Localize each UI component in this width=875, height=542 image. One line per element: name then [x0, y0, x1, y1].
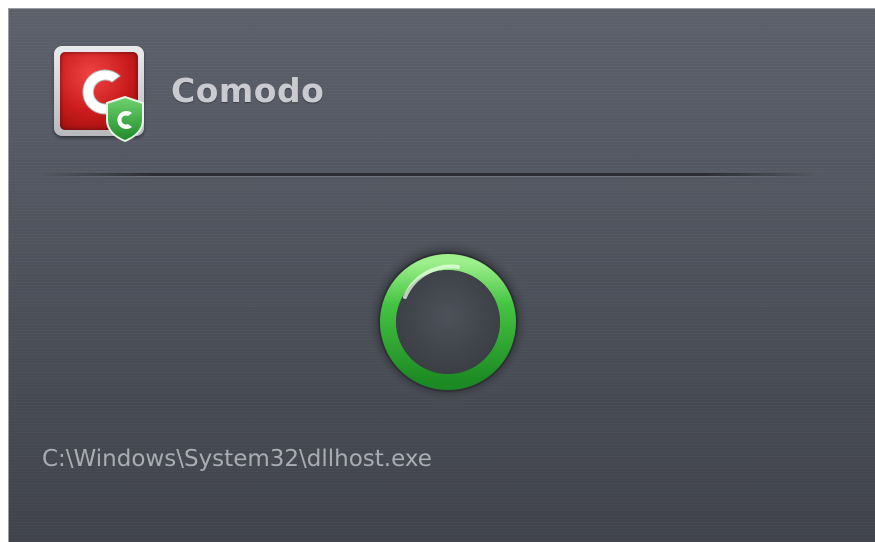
scan-status-indicator	[363, 237, 533, 407]
shield-badge-icon	[106, 96, 144, 142]
file-path-label: C:\Windows\System32\dllhost.exe	[42, 446, 432, 472]
comodo-alert-window: Comodo C:\Windows\System32\dllhost.exe	[8, 8, 875, 542]
app-title: Comodo	[171, 71, 325, 110]
green-ring-icon	[366, 240, 530, 404]
comodo-logo-icon	[54, 46, 146, 142]
header-divider-highlight	[39, 176, 819, 177]
